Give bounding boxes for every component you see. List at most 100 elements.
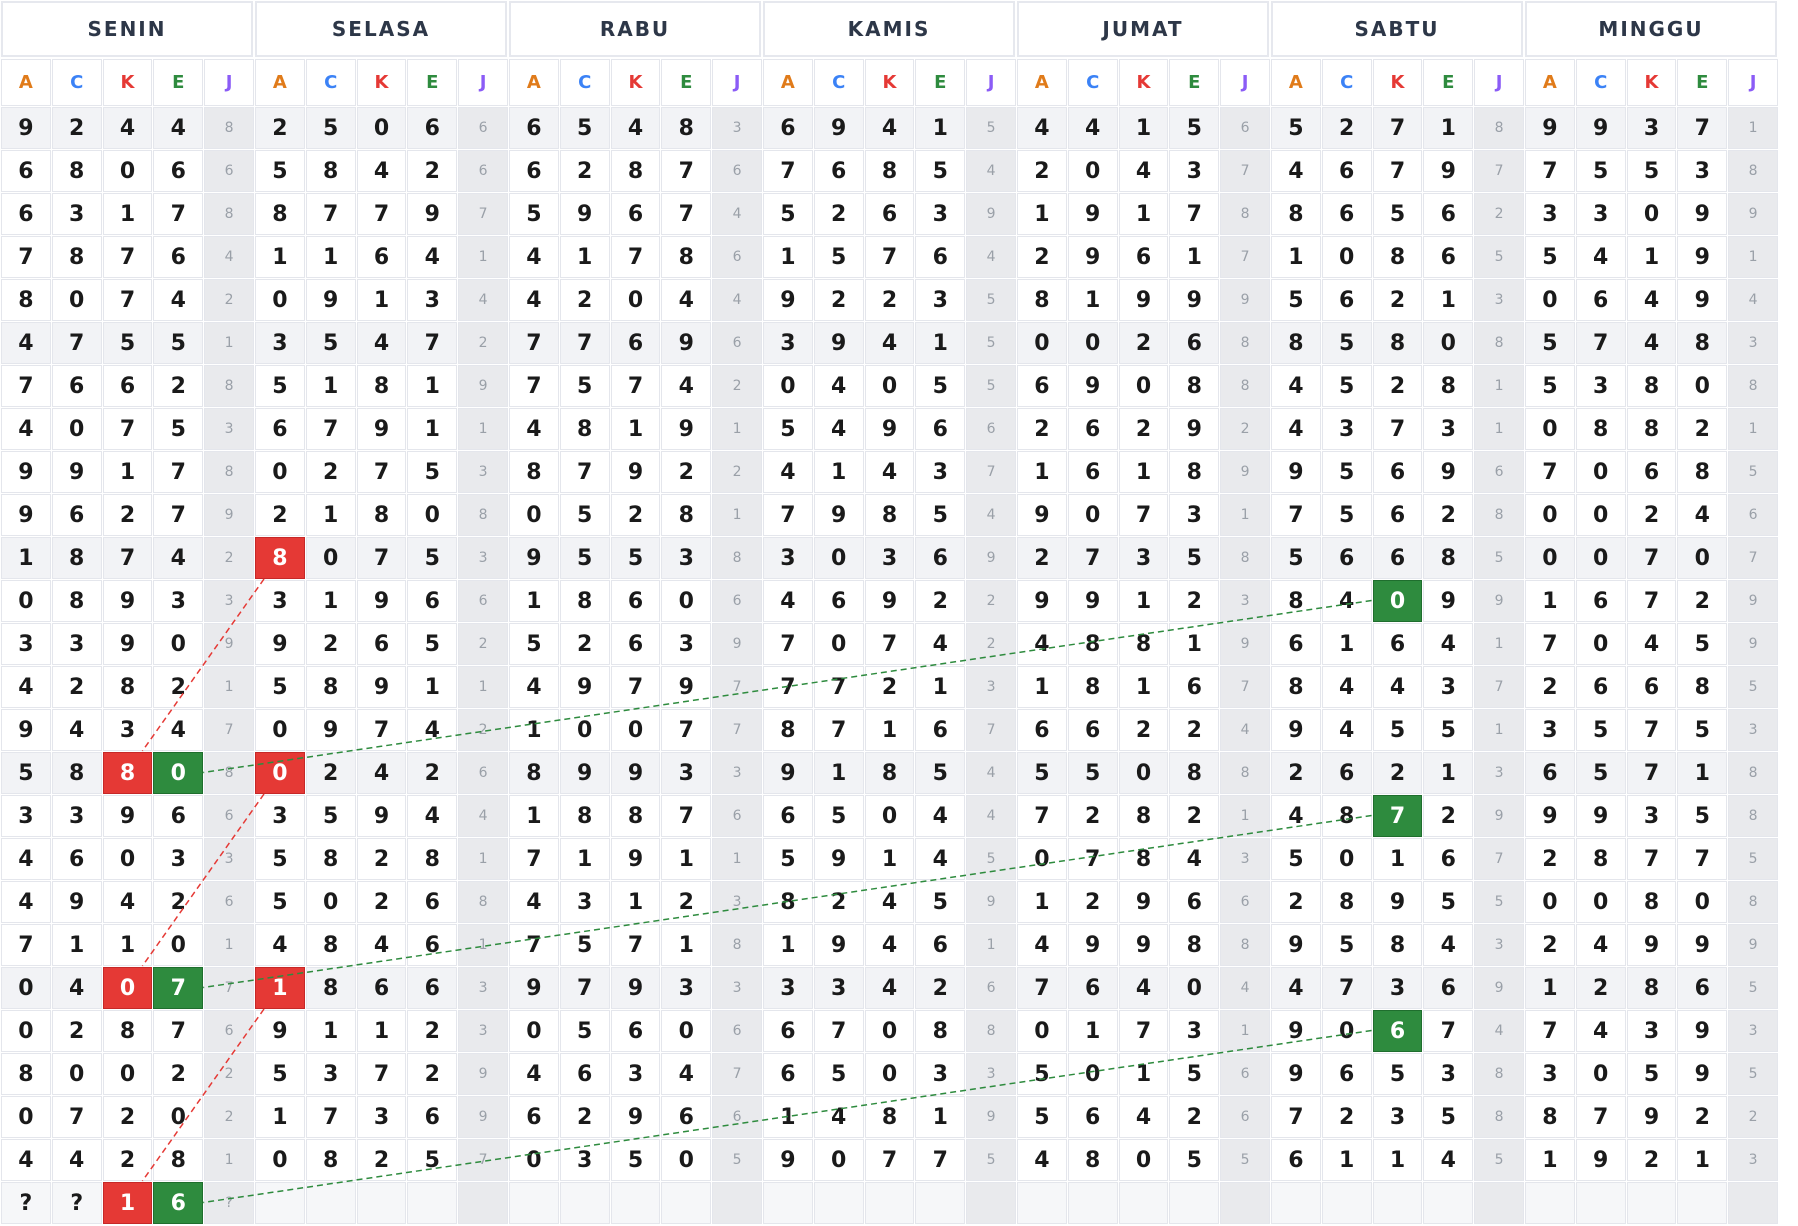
j-cell: 9 — [966, 193, 1016, 235]
number-cell: 3 — [102, 709, 153, 751]
number-cell: 4 — [1118, 150, 1169, 192]
number-cell: 7 — [1525, 451, 1575, 493]
number-cell: 2 — [864, 666, 915, 708]
number-cell: 7 — [864, 623, 915, 665]
number-cell: 0 — [1067, 1053, 1118, 1095]
j-cell: 8 — [1220, 924, 1270, 966]
number-cell: 6 — [407, 580, 458, 622]
number-cell: 2 — [1321, 1096, 1372, 1138]
number-cell: 6 — [1423, 838, 1474, 880]
number-cell: 8 — [1525, 1096, 1575, 1138]
number-cell: 0 — [1525, 494, 1575, 536]
number-cell: 6 — [1575, 279, 1626, 321]
number-cell: 7 — [1169, 193, 1220, 235]
j-cell: 6 — [1474, 451, 1524, 493]
number-cell: 6 — [1271, 623, 1321, 665]
number-cell: 9 — [610, 451, 661, 493]
sub-header-a: A — [1017, 59, 1067, 106]
number-cell: 1 — [1118, 451, 1169, 493]
number-cell: 4 — [1, 666, 51, 708]
number-cell: 7 — [864, 1139, 915, 1181]
number-cell: 9 — [1017, 580, 1067, 622]
number-cell: 6 — [1271, 1139, 1321, 1181]
number-cell: 0 — [1525, 537, 1575, 579]
number-cell: 6 — [1575, 580, 1626, 622]
number-cell: 1 — [407, 365, 458, 407]
number-cell: 6 — [763, 1053, 813, 1095]
number-cell: 9 — [509, 537, 559, 579]
number-cell: 4 — [407, 709, 458, 751]
number-cell: 0 — [661, 1139, 712, 1181]
empty-cell — [763, 1182, 813, 1224]
j-cell: 8 — [1474, 322, 1524, 364]
number-cell: 6 — [1067, 967, 1118, 1009]
number-cell: 5 — [305, 322, 356, 364]
number-cell: 7 — [305, 193, 356, 235]
number-cell: 5 — [255, 881, 305, 923]
j-cell: 1 — [1728, 236, 1778, 278]
number-cell: 2 — [915, 580, 966, 622]
number-cell: 5 — [559, 924, 610, 966]
j-cell: 5 — [966, 1139, 1016, 1181]
number-cell: 8 — [1372, 236, 1423, 278]
j-cell: 2 — [1220, 408, 1270, 450]
j-cell: 6 — [1220, 1096, 1270, 1138]
j-cell: 9 — [966, 537, 1016, 579]
j-cell: 1 — [204, 1139, 254, 1181]
number-cell: 1 — [915, 322, 966, 364]
number-cell: 0 — [864, 365, 915, 407]
number-cell: 3 — [1525, 193, 1575, 235]
number-cell: 4 — [1, 1139, 51, 1181]
number-cell: 1 — [51, 924, 102, 966]
j-cell: 2 — [966, 580, 1016, 622]
number-cell: 1 — [610, 408, 661, 450]
number-cell: 9 — [356, 408, 407, 450]
sub-header-a: A — [763, 59, 813, 106]
number-cell: 3 — [1626, 795, 1677, 837]
number-cell: 8 — [661, 236, 712, 278]
number-cell: 6 — [610, 193, 661, 235]
number-cell: 6 — [51, 838, 102, 880]
number-cell: 1 — [1118, 1053, 1169, 1095]
j-cell: 6 — [712, 236, 762, 278]
j-cell: 8 — [1728, 881, 1778, 923]
j-cell: 3 — [458, 967, 508, 1009]
number-cell: 8 — [1067, 1139, 1118, 1181]
number-cell: 0 — [661, 580, 712, 622]
number-cell: 2 — [153, 881, 204, 923]
j-cell: 6 — [712, 150, 762, 192]
number-cell: 5 — [255, 1053, 305, 1095]
number-cell: 4 — [1169, 838, 1220, 880]
number-cell: 6 — [1321, 537, 1372, 579]
number-cell: 2 — [1677, 580, 1728, 622]
number-cell: 8 — [509, 451, 559, 493]
j-cell: 5 — [1728, 666, 1778, 708]
number-cell: 2 — [356, 838, 407, 880]
number-cell: 4 — [864, 451, 915, 493]
number-cell: 2 — [559, 623, 610, 665]
number-cell: 7 — [356, 537, 407, 579]
number-cell: 4 — [1321, 666, 1372, 708]
number-cell: 7 — [1677, 107, 1728, 149]
number-cell: 6 — [915, 236, 966, 278]
number-cell: 1 — [509, 709, 559, 751]
number-cell: 6 — [356, 236, 407, 278]
number-cell: 6 — [610, 322, 661, 364]
number-cell: 7 — [1677, 838, 1728, 880]
number-cell: 9 — [51, 451, 102, 493]
number-cell: 9 — [661, 666, 712, 708]
number-cell: 6 — [153, 150, 204, 192]
j-cell: 6 — [1728, 494, 1778, 536]
number-cell: 2 — [1017, 537, 1067, 579]
number-cell: 5 — [102, 322, 153, 364]
j-cell: 1 — [712, 838, 762, 880]
number-cell: 4 — [1017, 924, 1067, 966]
number-cell: 8 — [1, 279, 51, 321]
number-cell: 8 — [1372, 322, 1423, 364]
number-cell: 8 — [305, 666, 356, 708]
number-cell: 2 — [1423, 494, 1474, 536]
empty-cell — [1067, 1182, 1118, 1224]
number-cell: 3 — [661, 752, 712, 794]
number-cell: 1 — [1372, 1139, 1423, 1181]
number-cell: 9 — [1575, 107, 1626, 149]
